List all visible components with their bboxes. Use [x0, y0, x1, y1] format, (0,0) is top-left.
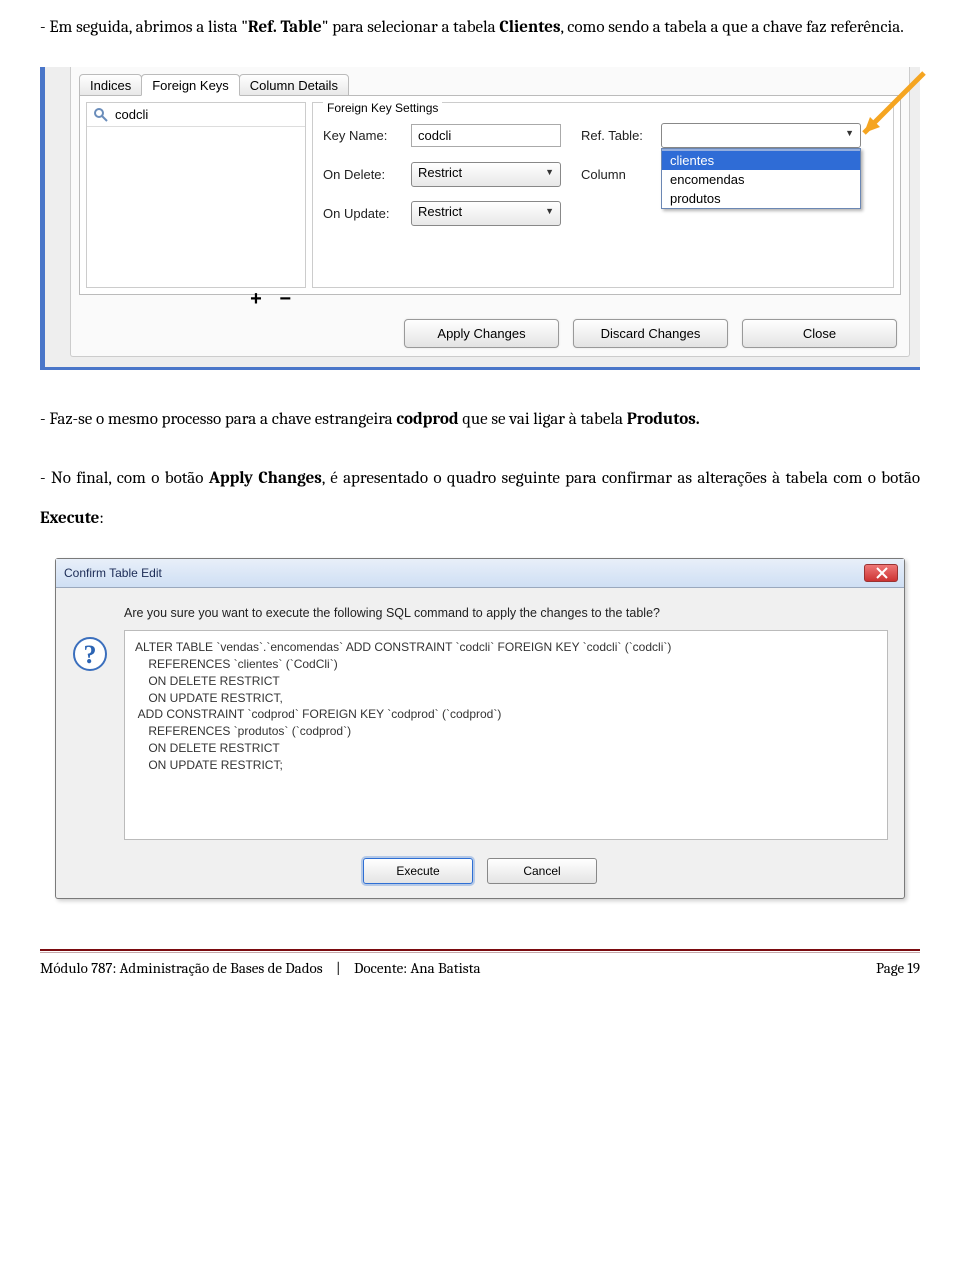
- label-key-name: Key Name:: [323, 128, 411, 143]
- label-on-delete: On Delete:: [323, 167, 411, 182]
- svg-text:?: ?: [84, 640, 97, 669]
- dropdown-option-produtos[interactable]: produtos: [662, 189, 860, 208]
- search-icon: [93, 107, 109, 123]
- page-number: Page 19: [876, 959, 920, 977]
- tab-indices[interactable]: Indices: [79, 74, 142, 96]
- dialog-titlebar: Confirm Table Edit: [56, 559, 904, 588]
- foreign-key-list[interactable]: codcli + −: [86, 102, 306, 288]
- footer-separator: |: [336, 959, 341, 977]
- tab-panel: codcli + − Foreign Key Settings Key Name…: [79, 95, 901, 295]
- codprod-term: codprod: [396, 410, 458, 429]
- add-remove-buttons[interactable]: + −: [250, 288, 297, 311]
- cancel-button[interactable]: Cancel: [487, 858, 597, 884]
- close-icon: [875, 566, 889, 580]
- group-title: Foreign Key Settings: [323, 101, 442, 115]
- dialog-buttons-row: Execute Cancel: [56, 852, 904, 898]
- ref-table-dropdown[interactable]: clientes encomendas produtos: [661, 148, 861, 209]
- fk-settings-group: Foreign Key Settings Key Name: Ref. Tabl…: [312, 102, 894, 288]
- ref-table-term: Ref. Table: [248, 18, 322, 37]
- apply-changes-button[interactable]: Apply Changes: [404, 319, 559, 348]
- execute-term: Execute: [40, 509, 99, 528]
- key-name-input[interactable]: [411, 124, 561, 147]
- tab-column-details[interactable]: Column Details: [239, 74, 349, 96]
- dialog-title: Confirm Table Edit: [64, 566, 864, 580]
- apply-changes-term: Apply Changes: [209, 469, 322, 488]
- produtos-term: Produtos.: [627, 410, 700, 429]
- footer-docente: Docente: Ana Batista: [354, 959, 481, 977]
- page-footer: Módulo 787: Administração de Bases de Da…: [40, 949, 920, 977]
- label-column: Column: [581, 167, 661, 182]
- screenshot-foreign-keys: Indices Foreign Keys Column Details codc…: [40, 67, 920, 370]
- question-icon: ?: [72, 636, 108, 672]
- dialog-prompt: Are you sure you want to execute the fol…: [124, 606, 888, 620]
- paragraph-1: - Em seguida, abrimos a lista "Ref. Tabl…: [40, 8, 920, 49]
- label-on-update: On Update:: [323, 206, 411, 221]
- action-buttons-row: Apply Changes Discard Changes Close: [71, 303, 909, 356]
- screenshot-confirm-dialog: Confirm Table Edit ? Are you sure you wa…: [55, 558, 905, 899]
- label-ref-table: Ref. Table:: [581, 128, 661, 143]
- execute-button[interactable]: Execute: [363, 858, 473, 884]
- dropdown-option-clientes[interactable]: clientes: [662, 151, 860, 170]
- annotation-arrow-icon: [850, 67, 930, 147]
- sql-textbox[interactable]: ALTER TABLE `vendas`.`encomendas` ADD CO…: [124, 630, 888, 840]
- tab-bar: Indices Foreign Keys Column Details: [79, 73, 909, 95]
- paragraph-2: - Faz-se o mesmo processo para a chave e…: [40, 400, 920, 441]
- discard-changes-button[interactable]: Discard Changes: [573, 319, 728, 348]
- on-update-select[interactable]: Restrict: [411, 201, 561, 226]
- on-delete-select[interactable]: Restrict: [411, 162, 561, 187]
- clientes-term: Clientes: [499, 18, 560, 37]
- dialog-close-button[interactable]: [864, 564, 898, 582]
- dropdown-option-encomendas[interactable]: encomendas: [662, 170, 860, 189]
- paragraph-3: - No final, com o botão Apply Changes, é…: [40, 459, 920, 541]
- close-button[interactable]: Close: [742, 319, 897, 348]
- ref-table-select[interactable]: [661, 123, 861, 148]
- tab-foreign-keys[interactable]: Foreign Keys: [141, 74, 240, 96]
- fk-item-label: codcli: [115, 107, 148, 122]
- footer-module: Módulo 787: Administração de Bases de Da…: [40, 959, 323, 977]
- fk-list-item[interactable]: codcli: [87, 103, 305, 127]
